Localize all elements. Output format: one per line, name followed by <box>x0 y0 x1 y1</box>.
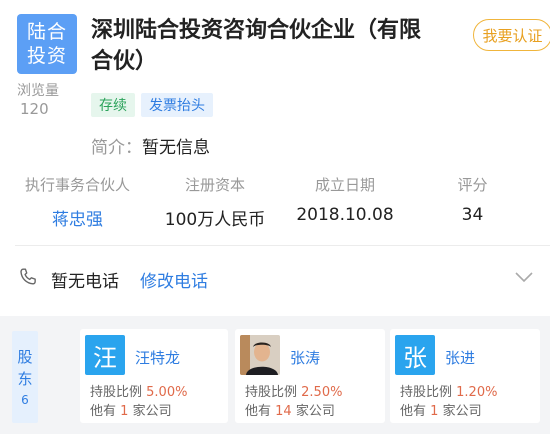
other-prefix: 他有 <box>400 404 427 419</box>
shareholder-name[interactable]: 张进 <box>445 347 475 368</box>
info-value: 2018.10.08 <box>296 205 394 225</box>
shareholder-name[interactable]: 汪特龙 <box>135 347 180 368</box>
shareholders-label[interactable]: 股 东 6 <box>12 331 38 423</box>
shareholder-card[interactable]: 张涛 持股比例 2.50% 他有 14 家公司 <box>235 329 385 423</box>
info-label: 执行事务合伙人 <box>24 176 130 194</box>
info-capital: 注册资本 100万人民币 <box>155 174 275 236</box>
shareholders-label-line2: 东 <box>17 370 33 388</box>
other-count: 14 <box>275 404 292 419</box>
shareholders-count: 6 <box>21 393 29 407</box>
shareholder-card[interactable]: 张 张进 持股比例 1.20% 他有 1 家公司 <box>390 329 540 423</box>
info-label: 注册资本 <box>184 176 245 194</box>
other-suffix: 家公司 <box>295 404 335 419</box>
info-value: 34 <box>461 205 484 225</box>
verify-button[interactable]: 我要认证 <box>473 19 550 51</box>
other-companies: 他有 1 家公司 <box>400 400 482 419</box>
other-prefix: 他有 <box>90 404 117 419</box>
company-intro: 简介：暂无信息 <box>91 133 210 158</box>
other-count: 1 <box>120 404 129 419</box>
other-count: 1 <box>430 404 439 419</box>
company-name: 深圳陆合投资咨询合伙企业（有限合伙） <box>91 18 422 74</box>
views-label: 浏览量 <box>17 83 59 99</box>
info-value: 100万人民币 <box>164 210 266 230</box>
shareholding-ratio: 持股比例 2.50% <box>245 381 342 400</box>
company-logo: 陆合 投资 <box>17 14 77 74</box>
shareholding-ratio: 持股比例 1.20% <box>400 381 497 400</box>
ratio-label: 持股比例 <box>245 385 298 400</box>
shareholder-name[interactable]: 张涛 <box>290 347 320 368</box>
info-label: 评分 <box>457 176 488 194</box>
info-partner: 执行事务合伙人 蒋忠强 <box>0 174 155 236</box>
other-suffix: 家公司 <box>132 404 172 419</box>
status-badge: 存续 <box>91 93 135 117</box>
chevron-down-icon[interactable] <box>513 268 535 286</box>
logo-text-line1: 陆合 <box>26 21 67 43</box>
shareholder-card[interactable]: 汪 汪特龙 持股比例 5.00% 他有 1 家公司 <box>80 329 228 423</box>
other-companies: 他有 14 家公司 <box>245 400 335 419</box>
invoice-title-tag[interactable]: 发票抬头 <box>141 93 213 117</box>
other-suffix: 家公司 <box>442 404 482 419</box>
edit-phone-link[interactable]: 修改电话 <box>140 267 208 292</box>
info-label: 成立日期 <box>314 176 375 194</box>
logo-text-line2: 投资 <box>26 45 67 67</box>
shareholding-ratio: 持股比例 5.00% <box>90 381 187 400</box>
info-founded: 成立日期 2018.10.08 <box>275 174 415 236</box>
ratio-value: 5.00% <box>146 385 188 400</box>
phone-status: 暂无电话 <box>51 272 119 292</box>
other-companies: 他有 1 家公司 <box>90 400 172 419</box>
other-prefix: 他有 <box>245 404 272 419</box>
avatar-photo <box>240 335 280 375</box>
shareholders-label-line1: 股 <box>17 348 33 366</box>
intro-label: 简介： <box>91 138 142 158</box>
phone-row[interactable]: 暂无电话 修改电话 <box>0 258 550 298</box>
partner-link[interactable]: 蒋忠强 <box>52 205 103 230</box>
ratio-value: 1.20% <box>456 385 498 400</box>
avatar: 汪 <box>85 335 125 375</box>
info-score: 评分 34 <box>415 174 530 236</box>
ratio-label: 持股比例 <box>400 385 453 400</box>
phone-icon <box>20 268 36 285</box>
company-info-row: 执行事务合伙人 蒋忠强 注册资本 100万人民币 成立日期 2018.10.08… <box>0 174 550 236</box>
avatar: 张 <box>395 335 435 375</box>
person-photo-icon <box>240 335 280 375</box>
ratio-value: 2.50% <box>301 385 343 400</box>
intro-value: 暂无信息 <box>142 138 210 158</box>
divider <box>15 245 550 246</box>
ratio-label: 持股比例 <box>90 385 143 400</box>
views-count: 120 <box>20 100 49 118</box>
